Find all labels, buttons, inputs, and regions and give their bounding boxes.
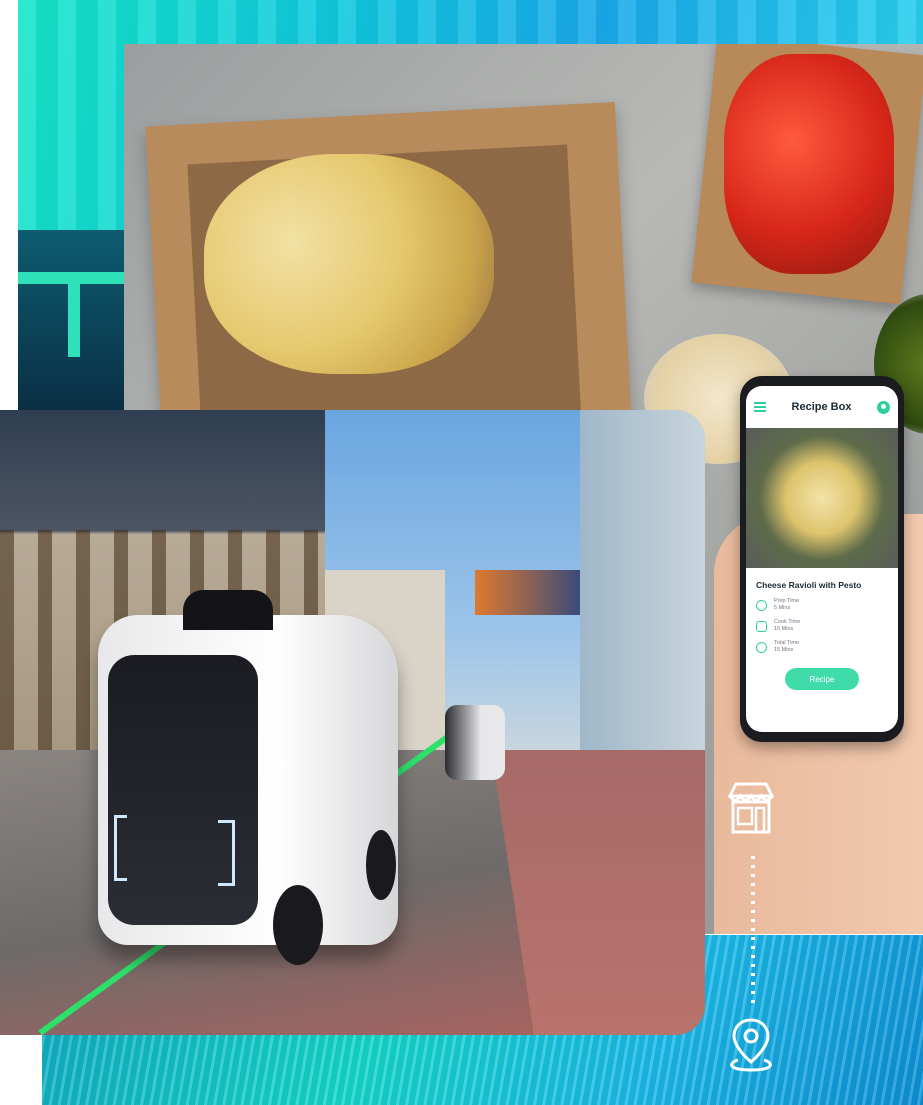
location-pin-icon xyxy=(730,1018,772,1072)
dish-name: Cheese Ravioli with Pesto xyxy=(756,580,862,590)
delivery-robot-large xyxy=(98,590,398,965)
clock-icon xyxy=(756,600,767,611)
total-time-value: 15 Mins xyxy=(774,647,794,653)
timer-icon xyxy=(756,642,767,653)
total-time: Total Time 15 Mins xyxy=(756,640,888,654)
cook-time: Cook Time 10 Mins xyxy=(756,619,888,633)
menu-icon[interactable] xyxy=(754,402,766,412)
cherry-tomatoes xyxy=(724,54,894,274)
delivery-robot-small xyxy=(445,705,505,780)
dark-accent-strip xyxy=(18,230,124,410)
route-dotted-line xyxy=(751,856,755,1006)
recipe-button[interactable]: Recipe xyxy=(785,668,859,690)
total-time-label: Total Time xyxy=(774,640,800,646)
pot-icon xyxy=(756,621,767,632)
cook-time-value: 10 Mins xyxy=(774,626,794,632)
cook-time-label: Cook Time xyxy=(774,619,801,625)
store-icon xyxy=(727,782,775,834)
dish-image xyxy=(746,428,898,568)
phone-screen: Recipe Box Cheese Ravioli with Pesto Pre… xyxy=(746,386,898,732)
user-icon[interactable] xyxy=(877,400,890,414)
prep-time: Prep Time 5 Mins xyxy=(756,598,888,612)
delivery-robot-photo xyxy=(0,410,705,1035)
billboard xyxy=(475,570,580,615)
prep-time-value: 5 Mins xyxy=(774,605,791,611)
smartphone: Recipe Box Cheese Ravioli with Pesto Pre… xyxy=(740,376,904,742)
tortellini xyxy=(204,154,494,374)
app-header: Recipe Box xyxy=(746,386,898,428)
building-right xyxy=(580,410,705,760)
recipe-card: Cheese Ravioli with Pesto Prep Time 5 Min… xyxy=(746,568,898,690)
prep-time-label: Prep Time xyxy=(774,598,800,604)
app-title: Recipe Box xyxy=(791,401,852,413)
